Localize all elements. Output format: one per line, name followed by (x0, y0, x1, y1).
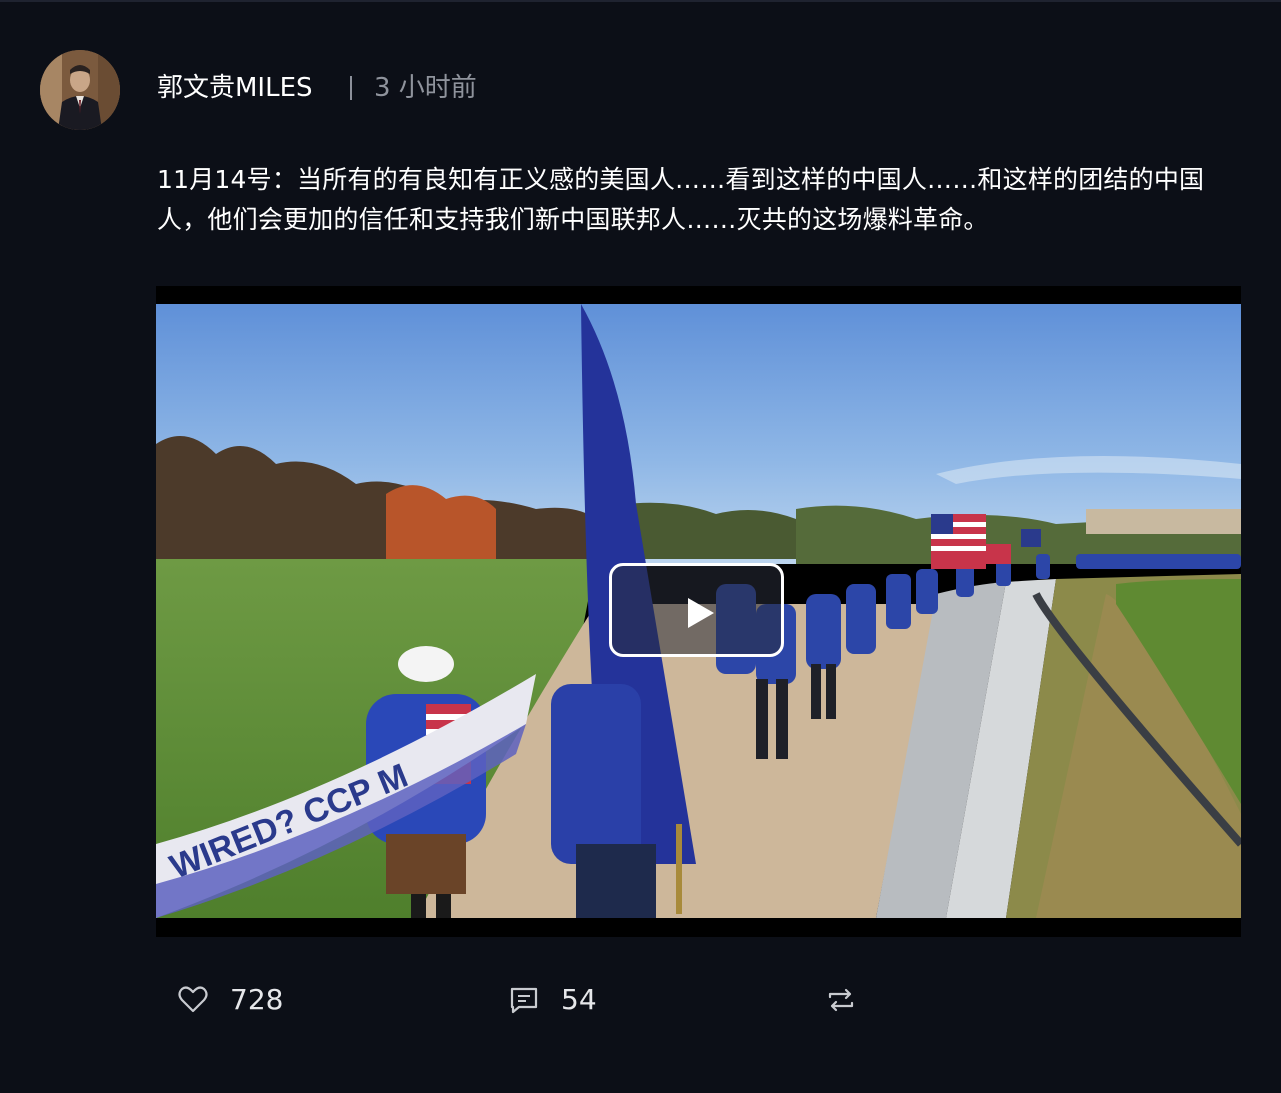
repost-icon (828, 988, 854, 1012)
like-button[interactable]: 728 (178, 980, 283, 1020)
post-time: 3 小时前 (374, 73, 477, 103)
author-name[interactable]: 郭文贵MILES (157, 70, 313, 106)
top-divider (0, 0, 1281, 2)
play-button[interactable] (609, 563, 784, 657)
play-icon (688, 598, 714, 628)
comment-count: 54 (561, 983, 597, 1016)
meta-separator (350, 76, 352, 100)
avatar[interactable] (40, 50, 120, 130)
like-count: 728 (230, 983, 284, 1016)
post-text: 11月14号：当所有的有良知有正义感的美国人……看到这样的中国人……和这样的团结… (157, 165, 1205, 234)
comment-button[interactable]: 54 (509, 980, 597, 1020)
heart-icon (178, 986, 208, 1013)
comment-icon (510, 987, 538, 1014)
avatar-image (40, 50, 120, 130)
repost-button[interactable] (826, 980, 856, 1020)
